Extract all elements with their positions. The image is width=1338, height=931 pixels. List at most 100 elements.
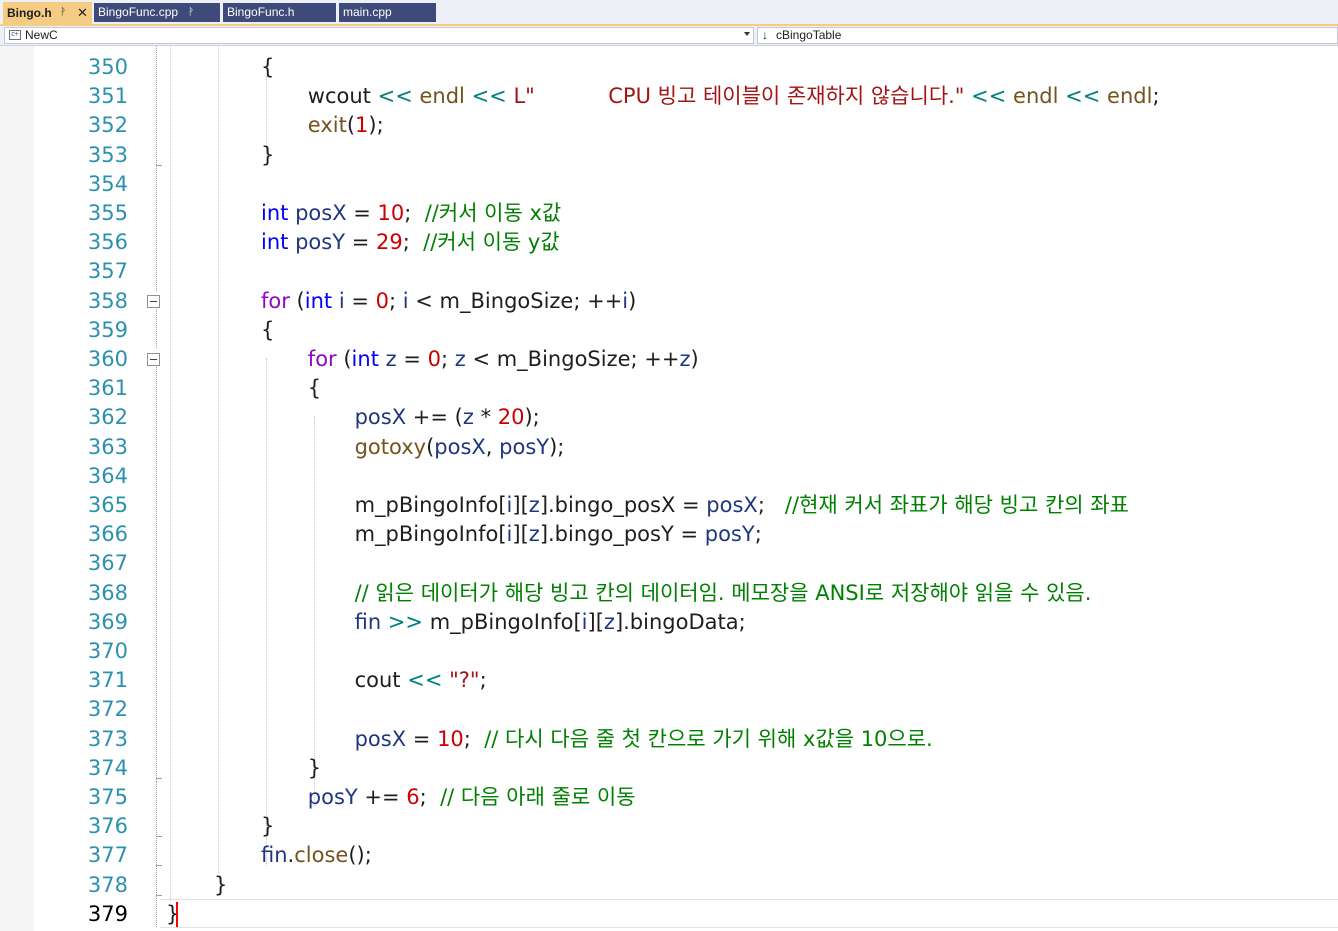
code-line[interactable]: posX = 10; // 다시 다음 줄 첫 칸으로 가기 위해 x값을 10… bbox=[355, 725, 933, 754]
text-caret bbox=[176, 901, 178, 927]
code-token: ( bbox=[289, 288, 305, 313]
tab-main-cpp[interactable]: main.cpp bbox=[339, 3, 436, 22]
code-line[interactable]: fin >> m_pBingoInfo[i][z].bingoData; bbox=[355, 608, 746, 637]
scope-dropdown[interactable]: ↓ cBingoTable bbox=[757, 27, 1338, 44]
outline-end-tick bbox=[156, 865, 162, 867]
code-token: z bbox=[679, 347, 691, 371]
outline-end-tick bbox=[156, 894, 162, 896]
chevron-down-icon[interactable] bbox=[744, 32, 750, 36]
code-token: for bbox=[261, 288, 290, 313]
code-token: = bbox=[345, 230, 376, 255]
collapse-icon[interactable] bbox=[147, 294, 160, 308]
code-token: ][ bbox=[587, 609, 604, 634]
code-token: { bbox=[307, 376, 322, 401]
code-token: ; bbox=[757, 493, 785, 517]
indent-guide bbox=[218, 46, 220, 873]
line-number: 362 bbox=[87, 405, 128, 430]
code-line[interactable]: for (int z = 0; z < m_BingoSize; ++z) bbox=[308, 345, 699, 374]
code-token: endl bbox=[1013, 84, 1059, 109]
code-token: << bbox=[1065, 84, 1101, 109]
outline-end-tick bbox=[156, 836, 162, 838]
code-line[interactable]: posX += (z * 20); bbox=[355, 403, 540, 432]
tab-bingofunc-h[interactable]: BingoFunc.h bbox=[223, 3, 336, 22]
code-token: posX bbox=[434, 434, 486, 459]
code-token: ; bbox=[479, 668, 487, 693]
outline-line bbox=[156, 782, 158, 927]
code-line[interactable]: for (int i = 0; i < m_BingoSize; ++i) bbox=[261, 287, 636, 316]
code-token: posY bbox=[704, 522, 755, 547]
code-line[interactable]: // 읽은 데이터가 해당 빙고 칸의 데이터임. 메모장을 ANSI로 저장해… bbox=[355, 579, 1092, 608]
code-line[interactable]: posY += 6; // 다음 아래 줄로 이동 bbox=[308, 783, 636, 812]
line-number: 350 bbox=[87, 55, 128, 79]
code-token: posX bbox=[354, 726, 407, 751]
indent-guide bbox=[266, 358, 268, 866]
pin-icon[interactable]: ᚹ bbox=[188, 3, 194, 22]
code-token: (); bbox=[348, 843, 372, 868]
code-line[interactable]: fin.close(); bbox=[261, 841, 372, 870]
code-token: ; bbox=[402, 230, 424, 255]
code-token: int bbox=[261, 230, 289, 255]
code-line[interactable]: int posY = 29; //커서 이동 y값 bbox=[261, 228, 560, 257]
current-line-highlight bbox=[160, 898, 1338, 928]
tab-label: Bingo.h bbox=[7, 6, 52, 20]
code-line[interactable]: m_pBingoInfo[i][z].bingo_posX = posX; //… bbox=[355, 491, 1129, 520]
line-number: 359 bbox=[87, 317, 128, 342]
code-line[interactable]: } bbox=[308, 754, 321, 783]
code-token: // 다시 다음 줄 첫 칸으로 가기 위해 x값을 10으로. bbox=[484, 726, 933, 751]
pin-icon[interactable]: ᚹ bbox=[60, 2, 66, 24]
code-token: } bbox=[214, 872, 228, 897]
tab-label: BingoFunc.h bbox=[227, 5, 295, 19]
line-number: 376 bbox=[87, 814, 128, 839]
code-line[interactable]: wcout << endl << L" CPU 빙고 테이블이 존재하지 않습니… bbox=[308, 82, 1160, 111]
code-line[interactable]: int posX = 10; //커서 이동 x값 bbox=[261, 199, 561, 228]
code-line[interactable]: cout << "?"; bbox=[355, 666, 487, 695]
line-number: 357 bbox=[87, 259, 128, 284]
code-line[interactable]: gotoxy(posX, posY); bbox=[355, 433, 565, 462]
code-token: << bbox=[407, 668, 443, 693]
outline-line bbox=[156, 46, 158, 291]
code-line[interactable]: { bbox=[261, 316, 274, 345]
code-line[interactable]: m_pBingoInfo[i][z].bingo_posY = posY; bbox=[355, 520, 762, 549]
line-number: 358 bbox=[87, 288, 128, 313]
line-number: 379 bbox=[87, 901, 128, 926]
code-token: ; bbox=[419, 785, 441, 809]
code-token: << bbox=[471, 84, 507, 109]
line-number: 363 bbox=[87, 434, 128, 459]
code-line[interactable]: exit(1); bbox=[308, 111, 384, 140]
project-dropdown[interactable]: c+ NewC bbox=[4, 27, 754, 44]
code-editor[interactable]: 350 351 352 353 354 355 356 357 358 359 360 361 362 3… bbox=[0, 46, 1338, 931]
line-number: 364 bbox=[87, 463, 128, 488]
code-token: m_pBingoInfo[ bbox=[354, 522, 507, 547]
code-line[interactable]: } bbox=[214, 871, 227, 900]
code-token: << bbox=[377, 84, 413, 109]
code-token: m_pBingoInfo[ bbox=[423, 609, 582, 634]
tab-bingofunc-cpp[interactable]: BingoFunc.cpp ᚹ bbox=[94, 3, 220, 22]
collapse-icon[interactable] bbox=[147, 353, 160, 366]
code-token: // 다음 아래 줄로 이동 bbox=[440, 785, 636, 809]
code-token: } bbox=[261, 814, 275, 839]
code-line[interactable]: } bbox=[261, 812, 274, 841]
code-token: close bbox=[294, 843, 349, 868]
code-token: z bbox=[462, 405, 474, 430]
code-token: < m_BingoSize; ++ bbox=[408, 288, 623, 313]
code-token: //커서 이동 y값 bbox=[423, 230, 560, 255]
line-number: 371 bbox=[87, 668, 128, 693]
line-number: 365 bbox=[87, 493, 128, 517]
code-line[interactable]: } bbox=[261, 141, 274, 170]
code-token: ; bbox=[463, 726, 485, 751]
line-number: 374 bbox=[87, 755, 128, 780]
scope-label: cBingoTable bbox=[776, 28, 842, 42]
selection-margin[interactable] bbox=[0, 46, 34, 931]
code-token: fin bbox=[354, 609, 382, 634]
code-line[interactable]: { bbox=[261, 53, 274, 82]
line-number: 378 bbox=[87, 872, 128, 897]
tab-bingo-h[interactable]: Bingo.h ᚹ ✕ bbox=[3, 2, 92, 24]
code-token: ( bbox=[336, 347, 352, 371]
code-token: //현재 커서 좌표가 해당 빙고 칸의 좌표 bbox=[784, 493, 1129, 517]
code-line[interactable]: { bbox=[308, 374, 321, 403]
code-token: += ( bbox=[406, 405, 463, 430]
line-number: 360 bbox=[87, 347, 128, 371]
code-token: * bbox=[473, 405, 498, 430]
close-icon[interactable]: ✕ bbox=[77, 2, 88, 24]
code-token: << bbox=[971, 84, 1007, 109]
